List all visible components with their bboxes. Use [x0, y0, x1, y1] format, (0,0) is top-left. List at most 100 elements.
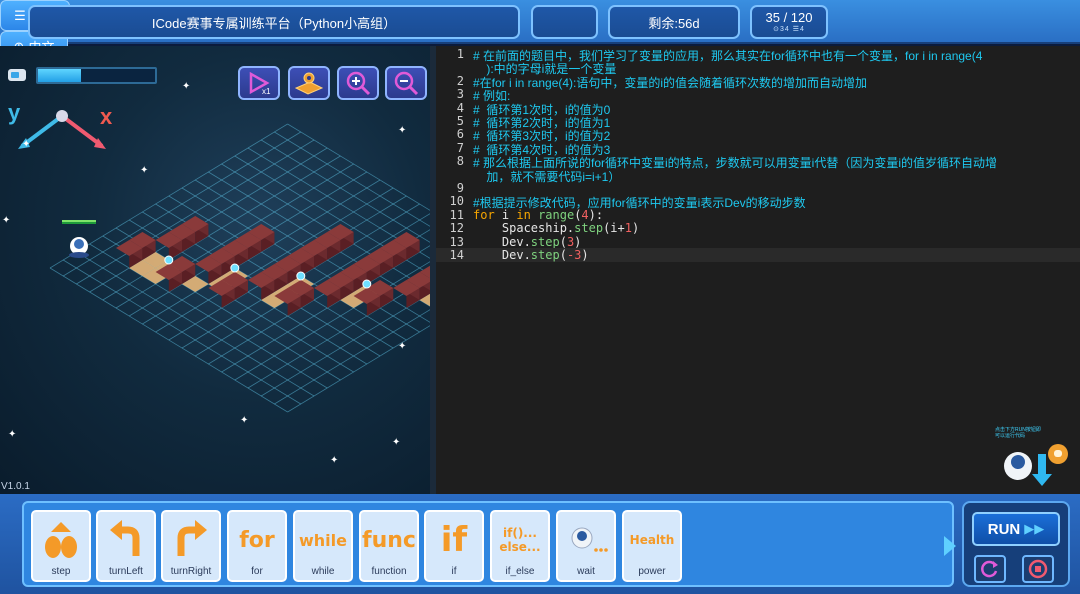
zoom-out-icon: [394, 71, 419, 96]
line-number: 11: [449, 207, 464, 222]
app-root: ICode赛事专属训练平台（Python小高组） 剩余:56d 35 / 120…: [0, 0, 1080, 594]
wait-icon: [558, 516, 614, 564]
block-glyph-text: while: [299, 530, 347, 550]
replay-button[interactable]: x1: [238, 66, 280, 100]
code-line[interactable]: ):中的字母i就是一个变量: [436, 60, 1080, 76]
block-label: turnLeft: [109, 566, 143, 577]
code-line[interactable]: 5 # 循环第2次时，i的值为1: [436, 114, 1080, 130]
star-icon: ✦: [330, 455, 339, 466]
code-token: Spaceship.: [473, 221, 575, 236]
code-token: ): [581, 248, 589, 262]
star-icon: ✦: [398, 125, 407, 136]
progress-count: 35 / 120: [765, 10, 813, 25]
hamburger-icon: ☰: [14, 7, 26, 23]
block-glyph-text: func: [362, 527, 416, 553]
platform-title: ICode赛事专属训练平台（Python小高组）: [28, 5, 520, 39]
line-number: 3: [456, 87, 464, 102]
block-wait[interactable]: wait: [556, 510, 616, 582]
code-line[interactable]: 9: [436, 181, 1080, 195]
code-token: step: [530, 234, 560, 249]
code-token: Dev.: [473, 248, 531, 262]
energy-fill: [38, 69, 82, 82]
code-line[interactable]: 1 # 在前面的题目中，我们学习了变量的应用，那么其实在for循环中也有一个变量，…: [436, 47, 1080, 63]
run-button[interactable]: RUN ▶▶: [972, 512, 1060, 546]
block-power[interactable]: Health power: [622, 510, 682, 582]
code-line[interactable]: 2 #在for i in range(4):语句中，变量的i的值会随着循环次数的增…: [436, 74, 1080, 90]
code-editor[interactable]: 1 # 在前面的题目中，我们学习了变量的应用，那么其实在for循环中也有一个变量，…: [436, 46, 1080, 494]
star-icon: ✦: [398, 341, 407, 352]
line-number: 6: [456, 127, 464, 142]
dev-character: [62, 220, 96, 258]
code-line[interactable]: 加，就不需要代码i=i+1）: [436, 168, 1080, 184]
code-line[interactable]: 14 Dev.step(-3): [436, 248, 1080, 262]
code-line[interactable]: 4 # 循环第1次时，i的值为0: [436, 101, 1080, 117]
line-number: 5: [456, 114, 464, 128]
stop-icon: [1028, 559, 1048, 579]
block-label: step: [51, 566, 71, 577]
stop-button[interactable]: [1022, 555, 1054, 583]
block-label: power: [638, 566, 666, 577]
map-button[interactable]: [288, 66, 330, 100]
line-number: 1: [456, 47, 464, 61]
line-number: 8: [456, 154, 464, 169]
reset-button[interactable]: [974, 555, 1006, 583]
block-glyph-text: if()... else...: [499, 526, 541, 554]
block-label: if_else: [505, 566, 535, 577]
star-icon: ✦: [182, 81, 191, 92]
block-if-else[interactable]: if()... else... if_else: [490, 510, 550, 582]
block-turnleft[interactable]: turnLeft: [96, 510, 156, 582]
code-token: in: [516, 207, 531, 222]
block-function[interactable]: func function: [359, 510, 419, 582]
block-step[interactable]: step: [31, 510, 91, 582]
code-line[interactable]: 11 for i in range(4):: [436, 208, 1080, 222]
code-token: i: [494, 207, 517, 222]
star-icon: ✦: [240, 415, 249, 426]
code-line[interactable]: 8 # 那么根据上面所说的for循环中变量i的特点，步数就可以用变量i代替（因为变…: [436, 154, 1080, 170]
axis-y-label: y: [8, 100, 21, 125]
code-line[interactable]: 6 # 循环第3次时，i的值为2: [436, 127, 1080, 143]
code-line[interactable]: 3 # 例如:: [436, 87, 1080, 103]
block-palette: step turnLeft turnRight for for while while fun…: [22, 501, 954, 587]
code-token: (: [559, 248, 567, 262]
block-label: while: [311, 566, 335, 577]
block-if[interactable]: if if: [424, 510, 484, 582]
code-token: ):: [588, 207, 604, 222]
code-line[interactable]: 7 # 循环第4次时，i的值为3: [436, 141, 1080, 157]
game-view[interactable]: x1 y x ✦ ✦ ✦ ✦ ✦ ✦ ✦ ✦ ✦ ✦ V1.0.1: [0, 46, 430, 494]
energy-icon: [8, 69, 26, 81]
block-for[interactable]: for for: [227, 510, 287, 582]
block-turnright[interactable]: turnRight: [161, 510, 221, 582]
block-label: turnRight: [170, 566, 212, 577]
star-icon: ✦: [8, 429, 17, 440]
game-board: [18, 110, 430, 413]
version-label: V1.0.1: [1, 481, 30, 492]
replay-icon: x1: [249, 71, 271, 96]
palette-next-arrow[interactable]: [944, 536, 956, 556]
turn-right-icon: [163, 516, 219, 564]
line-number: 14: [449, 248, 464, 262]
progress-detail: ⊙34 ☰4: [773, 26, 805, 33]
code-token: Dev.: [473, 234, 531, 249]
code-text: Spaceship.step(i+1): [473, 221, 639, 235]
top-bar: ICode赛事专属训练平台（Python小高组） 剩余:56d 35 / 120…: [0, 0, 1080, 93]
code-text: Dev.step(-3): [473, 248, 589, 262]
code-line[interactable]: 10 #根据提示修改代码，应用for循环中的变量i表示Dev的移动步数: [436, 194, 1080, 210]
code-token: -3: [566, 248, 582, 262]
star-icon: ✦: [2, 215, 11, 226]
zoom-in-button[interactable]: [337, 66, 379, 100]
code-token: range: [538, 207, 575, 222]
bottom-bar: step turnLeft turnRight for for while while fun…: [0, 494, 1080, 594]
zoom-out-button[interactable]: [385, 66, 427, 100]
energy-bar: [36, 67, 157, 84]
code-line[interactable]: 13 Dev.step(3): [436, 235, 1080, 249]
block-label: wait: [577, 566, 595, 577]
block-label: if: [451, 566, 457, 577]
code-token: 1: [624, 221, 632, 236]
line-number: 13: [449, 234, 464, 249]
code-token: ): [631, 221, 640, 236]
block-while[interactable]: while while: [293, 510, 353, 582]
code-line[interactable]: 12 Spaceship.step(i+1): [436, 221, 1080, 235]
robot-helper-icon: [1004, 444, 1068, 486]
axis-arrows: [18, 110, 106, 149]
line-number: 12: [449, 221, 464, 236]
